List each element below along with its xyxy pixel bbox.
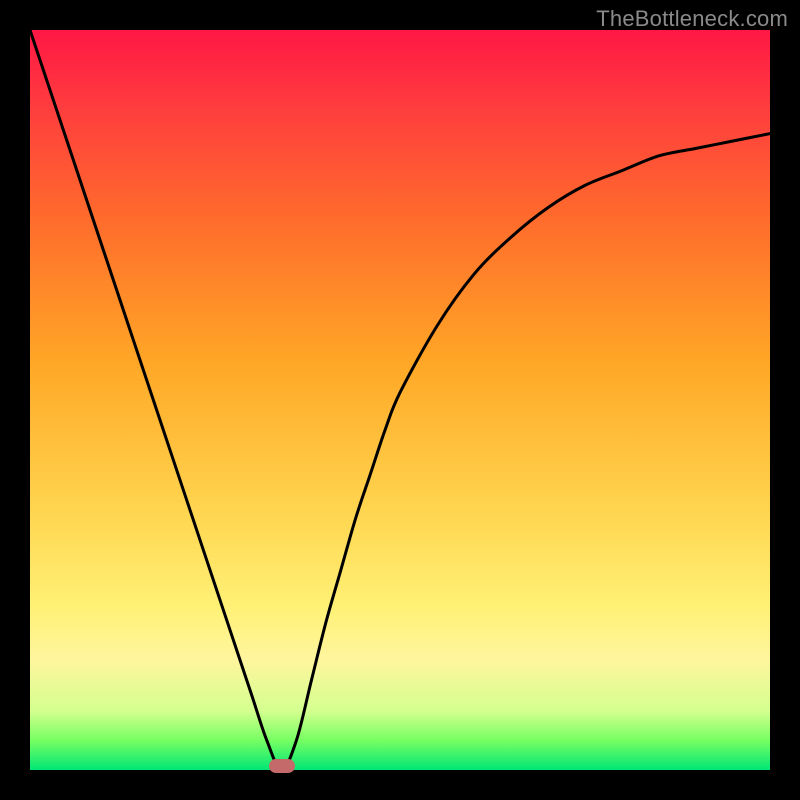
watermark-text: TheBottleneck.com: [596, 6, 788, 32]
optimal-point-marker: [269, 759, 295, 773]
plot-area: [30, 30, 770, 770]
bottleneck-curve: [30, 30, 770, 770]
chart-frame: TheBottleneck.com: [0, 0, 800, 800]
